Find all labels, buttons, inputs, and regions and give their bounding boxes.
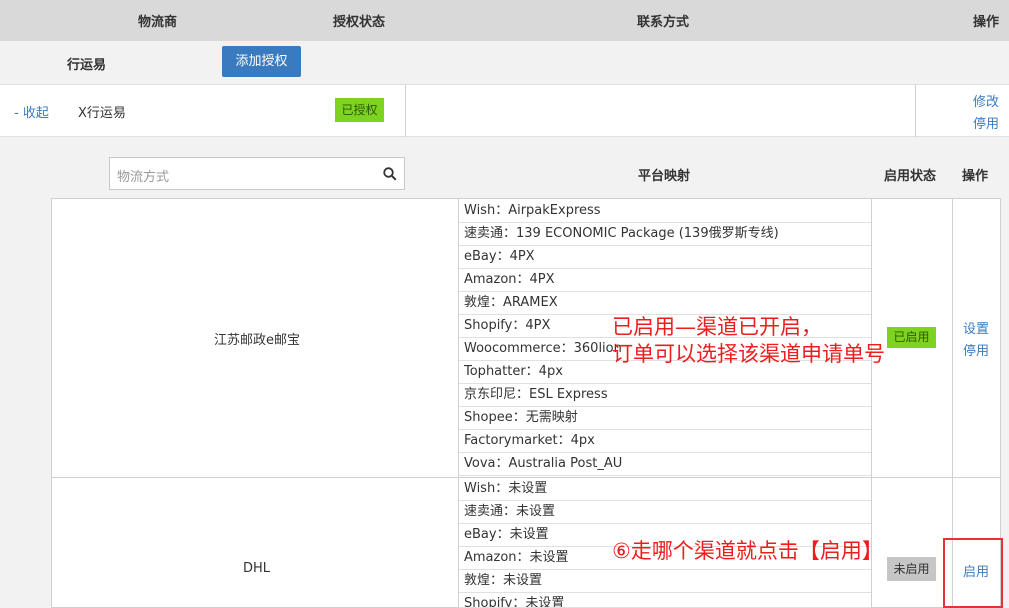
search-placeholder: 物流方式 — [117, 170, 170, 185]
channel-status-badge: 未启用 — [887, 557, 936, 581]
channel-name: 江苏邮政e邮宝 — [214, 333, 300, 348]
platform-mapping-item: Factorymarket：4px — [459, 430, 871, 453]
platform-mapping-item: 速卖通：139 ECONOMIC Package (139俄罗斯专线) — [459, 223, 871, 246]
edit-link[interactable]: 修改 — [973, 91, 999, 110]
collapse-link[interactable]: - 收起 — [14, 102, 49, 121]
channel-status-badge: 已启用 — [887, 327, 936, 348]
platform-mapping-item: Shopee：无需映射 — [459, 407, 871, 430]
divider — [405, 85, 406, 137]
channel-search-input[interactable]: 物流方式 — [109, 157, 405, 190]
channel-settings-link[interactable]: 设置 — [963, 318, 989, 337]
search-icon[interactable] — [383, 167, 397, 181]
disable-account-link[interactable]: 停用 — [973, 113, 999, 132]
platform-mapping-item: 敦煌：ARAMEX — [459, 292, 871, 315]
annotation-text: 已启用—渠道已开启， — [612, 315, 822, 339]
channel-enable-link[interactable]: 启用 — [963, 561, 989, 580]
channel-name: DHL — [243, 561, 271, 576]
platform-mapping-item: Shopify：未设置 — [459, 593, 871, 608]
platform-mapping-item: 速卖通：未设置 — [459, 501, 871, 524]
add-auth-button[interactable]: 添加授权 — [222, 46, 301, 77]
provider-name: 行运易 — [67, 58, 107, 73]
table-header: 物流商 授权状态 联系方式 操作 — [0, 0, 1009, 41]
col-action-header: 操作 — [962, 169, 989, 184]
channel-disable-link[interactable]: 停用 — [963, 340, 989, 359]
provider-row: 行运易 — [0, 41, 1009, 85]
col-mapping-header: 平台映射 — [638, 169, 691, 184]
col-auth-header: 授权状态 — [333, 15, 386, 30]
platform-mapping-item: Amazon：4PX — [459, 269, 871, 292]
platform-mapping-item: eBay：4PX — [459, 246, 871, 269]
platform-mapping-item: Wish：未设置 — [459, 478, 871, 501]
col-contact-header: 联系方式 — [637, 15, 690, 30]
annotation-text: ⑥走哪个渠道就点击【启用】 — [612, 539, 883, 563]
annotation-text: 订单可以选择该渠道申请单号 — [612, 342, 885, 366]
platform-mapping-item: Vova：Australia Post_AU — [459, 453, 871, 476]
col-provider-header: 物流商 — [138, 15, 178, 30]
platform-mapping-item: 京东印尼：ESL Express — [459, 384, 871, 407]
account-row: - 收起 X行运易 已授权 修改 停用 — [0, 85, 1009, 137]
divider — [915, 85, 916, 137]
col-status-header: 启用状态 — [884, 169, 937, 184]
col-action-header: 操作 — [973, 15, 1000, 30]
account-name: X行运易 — [78, 106, 126, 121]
platform-mapping-item: 敦煌：未设置 — [459, 570, 871, 593]
auth-status-badge: 已授权 — [335, 98, 384, 122]
platform-mapping-item: Wish：AirpakExpress — [459, 200, 871, 223]
